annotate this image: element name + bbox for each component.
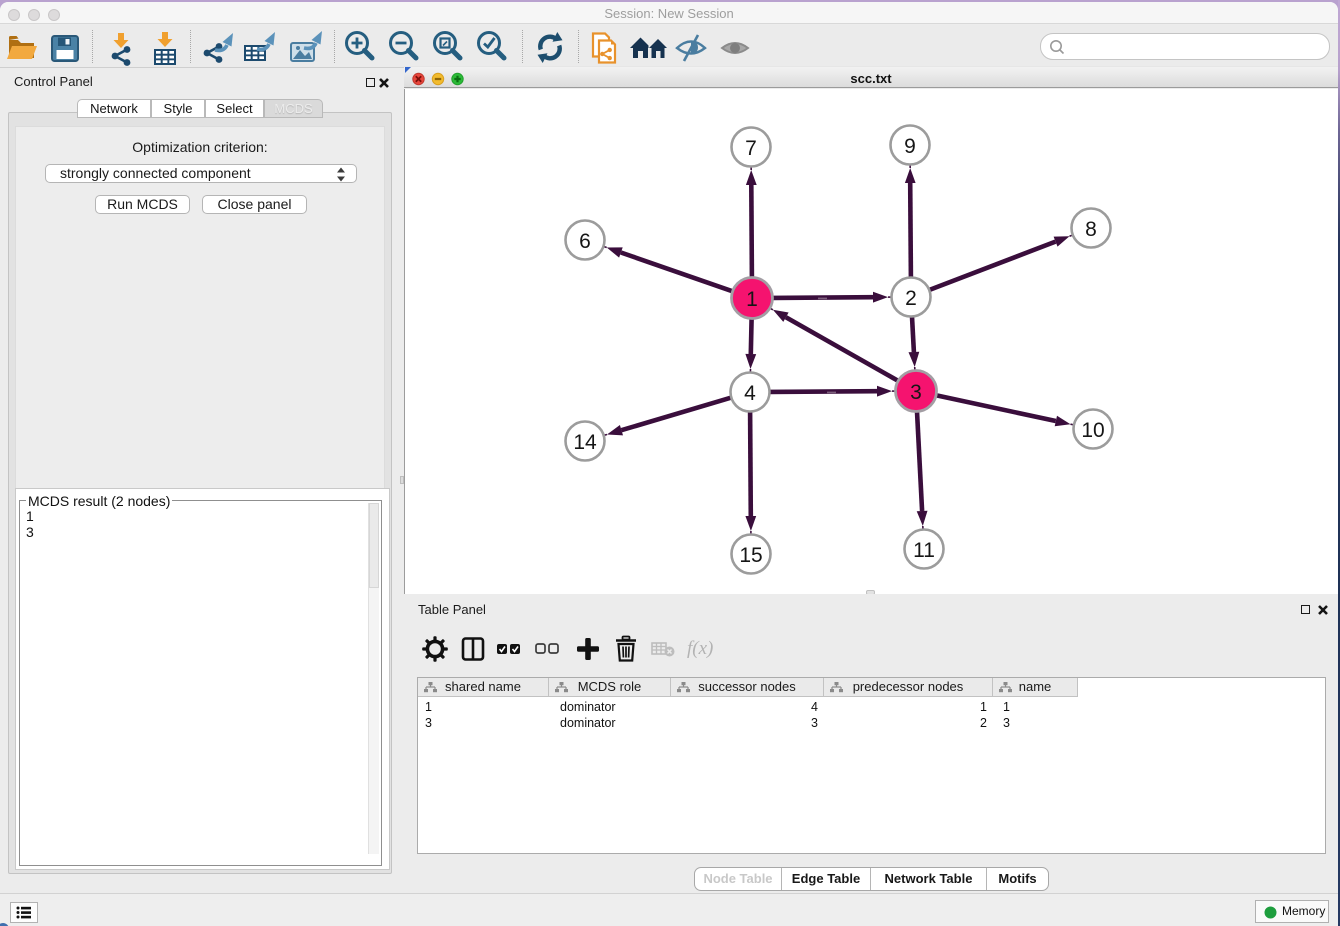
svg-text:15: 15 bbox=[739, 544, 762, 567]
svg-text:9: 9 bbox=[904, 135, 916, 158]
svg-text:6: 6 bbox=[579, 230, 591, 253]
svg-text:1: 1 bbox=[746, 288, 758, 311]
svg-text:14: 14 bbox=[573, 431, 597, 454]
svg-text:4: 4 bbox=[744, 382, 756, 405]
svg-text:8: 8 bbox=[1085, 218, 1097, 241]
svg-text:7: 7 bbox=[745, 137, 757, 160]
svg-text:11: 11 bbox=[913, 539, 935, 562]
svg-text:2: 2 bbox=[905, 287, 917, 310]
svg-text:3: 3 bbox=[910, 381, 922, 404]
svg-text:10: 10 bbox=[1081, 419, 1104, 442]
